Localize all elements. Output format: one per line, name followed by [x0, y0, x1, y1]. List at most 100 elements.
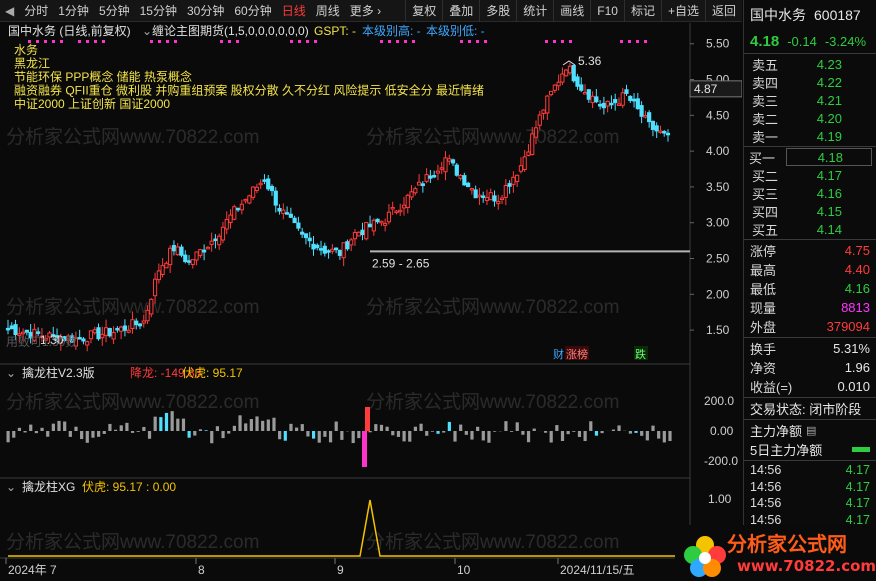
candle[interactable] [496, 201, 501, 205]
candle[interactable] [356, 231, 361, 237]
tool-button-7[interactable]: +自选 [660, 0, 705, 22]
candle[interactable] [9, 325, 14, 330]
tab-period-7[interactable]: 周线 [311, 0, 345, 22]
candle[interactable] [100, 333, 105, 339]
event-tags[interactable]: 财涨榜 跌 [552, 346, 648, 361]
candle[interactable] [462, 175, 467, 186]
candle[interactable] [247, 195, 252, 204]
tool-button-5[interactable]: F10 [590, 0, 624, 22]
bid-row[interactable]: 买四 4.15 [744, 202, 876, 220]
candle[interactable] [379, 220, 384, 224]
candle[interactable] [213, 238, 218, 242]
candle[interactable] [179, 246, 184, 256]
candle[interactable] [556, 81, 561, 87]
candle[interactable] [590, 95, 595, 104]
candle[interactable] [443, 157, 448, 173]
candle[interactable] [300, 231, 305, 235]
candle[interactable] [337, 249, 342, 256]
tab-period-8[interactable]: 更多 › [345, 0, 386, 22]
candle[interactable] [292, 217, 297, 224]
candle[interactable] [537, 114, 542, 126]
candle[interactable] [511, 176, 516, 185]
candle[interactable] [488, 192, 493, 201]
candle[interactable] [266, 178, 271, 190]
candle[interactable] [145, 309, 150, 322]
candle[interactable] [567, 65, 573, 74]
tab-period-2[interactable]: 5分钟 [94, 0, 135, 22]
candle[interactable] [156, 270, 161, 281]
collapse-icon[interactable]: ⌄ [6, 366, 16, 380]
candle[interactable] [258, 182, 263, 186]
candle[interactable] [81, 338, 86, 342]
candle[interactable] [149, 298, 154, 315]
candle[interactable] [518, 165, 524, 172]
candle[interactable] [5, 327, 11, 331]
candle[interactable] [277, 207, 282, 212]
candle[interactable] [526, 151, 531, 156]
ask-row[interactable]: 卖二 4.20 [744, 109, 876, 127]
candle[interactable] [579, 84, 584, 91]
candle[interactable] [530, 133, 535, 155]
candle[interactable] [130, 319, 135, 330]
candle[interactable] [405, 194, 410, 209]
candle[interactable] [398, 209, 403, 213]
tab-period-6[interactable]: 日线 [277, 0, 311, 22]
kline-chart[interactable]: 分析家公式网www.70822.com 分析家公式网www.70822.com 分析… [0, 23, 742, 581]
candle[interactable] [575, 76, 580, 87]
tab-period-3[interactable]: 15分钟 [135, 0, 182, 22]
tab-period-5[interactable]: 60分钟 [229, 0, 276, 22]
candle[interactable] [239, 203, 244, 211]
candle[interactable] [432, 174, 437, 178]
candle[interactable] [88, 330, 94, 340]
candle[interactable] [560, 73, 565, 83]
candle[interactable] [137, 323, 143, 327]
candle[interactable] [273, 190, 278, 206]
sub1-bars[interactable] [6, 407, 672, 467]
candle[interactable] [315, 244, 320, 249]
tool-button-4[interactable]: 画线 [553, 0, 590, 22]
candle[interactable] [413, 188, 418, 194]
bid-row[interactable]: 买一 4.18 [749, 148, 872, 166]
candle[interactable] [394, 210, 399, 214]
candle[interactable] [175, 246, 180, 256]
candle[interactable] [103, 327, 109, 336]
candle[interactable] [13, 324, 18, 336]
candle[interactable] [164, 262, 169, 269]
candle[interactable] [386, 211, 392, 223]
candle[interactable] [152, 278, 158, 297]
candle[interactable] [318, 248, 324, 251]
candle[interactable] [209, 240, 214, 245]
candle[interactable] [401, 204, 407, 209]
candle[interactable] [232, 206, 237, 220]
tab-period-1[interactable]: 1分钟 [53, 0, 94, 22]
candle[interactable] [254, 186, 260, 191]
candle[interactable] [352, 231, 358, 240]
candle[interactable] [503, 185, 508, 198]
candle[interactable] [307, 237, 312, 242]
candle[interactable] [582, 92, 588, 95]
tool-button-2[interactable]: 多股 [479, 0, 516, 22]
back-icon[interactable]: ◀ [0, 0, 19, 22]
candle[interactable] [383, 222, 388, 226]
candle[interactable] [620, 92, 625, 106]
candle[interactable] [85, 341, 90, 346]
candle[interactable] [284, 212, 290, 215]
candle[interactable] [492, 195, 497, 202]
candle[interactable] [20, 331, 26, 335]
candle[interactable] [635, 98, 640, 110]
candle[interactable] [409, 191, 414, 198]
candle[interactable] [141, 320, 146, 324]
candle[interactable] [77, 337, 82, 340]
candle[interactable] [96, 327, 101, 340]
candle[interactable] [628, 95, 633, 101]
candle[interactable] [24, 329, 29, 333]
tool-button-0[interactable]: 复权 [405, 0, 442, 22]
candle[interactable] [134, 320, 139, 326]
candle[interactable] [586, 89, 591, 100]
bid-row[interactable]: 买五 4.14 [744, 220, 876, 238]
ask-row[interactable]: 卖五 4.23 [744, 55, 876, 73]
candle[interactable] [447, 158, 452, 162]
candle[interactable] [424, 174, 429, 182]
candle[interactable] [439, 167, 444, 170]
candle[interactable] [311, 243, 316, 250]
